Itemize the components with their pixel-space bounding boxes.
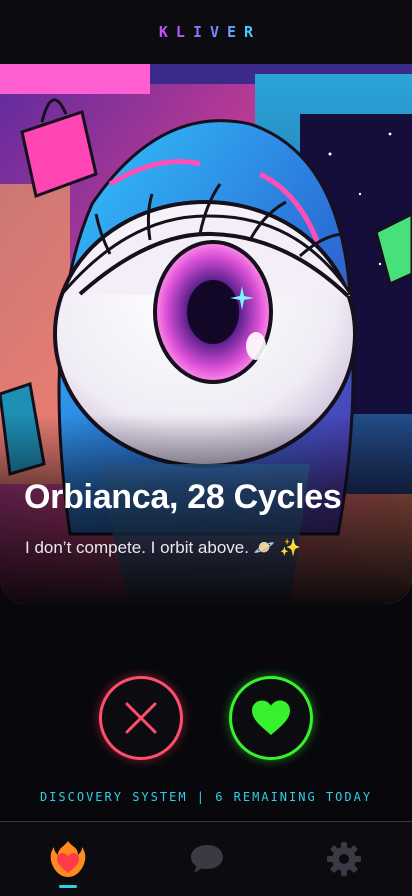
like-button[interactable]: [229, 676, 313, 760]
brand-logo: KLIVER: [158, 23, 262, 41]
bottom-tab-bar: [0, 821, 412, 896]
chat-bubble-icon: [191, 845, 223, 873]
action-row: [0, 676, 412, 766]
profile-card[interactable]: Orbianca, 28 Cycles I don’t compete. I o…: [0, 64, 412, 604]
tab-discover[interactable]: [28, 822, 108, 896]
active-tab-indicator: [59, 885, 77, 888]
flaming-heart-icon: [50, 841, 86, 877]
profile-bio: I don’t compete. I orbit above. 🪐 ✨: [25, 538, 301, 557]
heart-icon: [252, 700, 290, 735]
close-icon: [125, 702, 157, 734]
pass-button[interactable]: [99, 676, 183, 760]
profile-name-age: Orbianca, 28 Cycles: [24, 478, 342, 516]
tab-settings[interactable]: [304, 822, 384, 896]
gear-icon: [327, 842, 361, 876]
app-header: KLIVER: [0, 0, 412, 64]
discovery-status: DISCOVERY SYSTEM | 6 REMAINING TODAY: [39, 790, 373, 804]
tab-messages[interactable]: [167, 822, 247, 896]
